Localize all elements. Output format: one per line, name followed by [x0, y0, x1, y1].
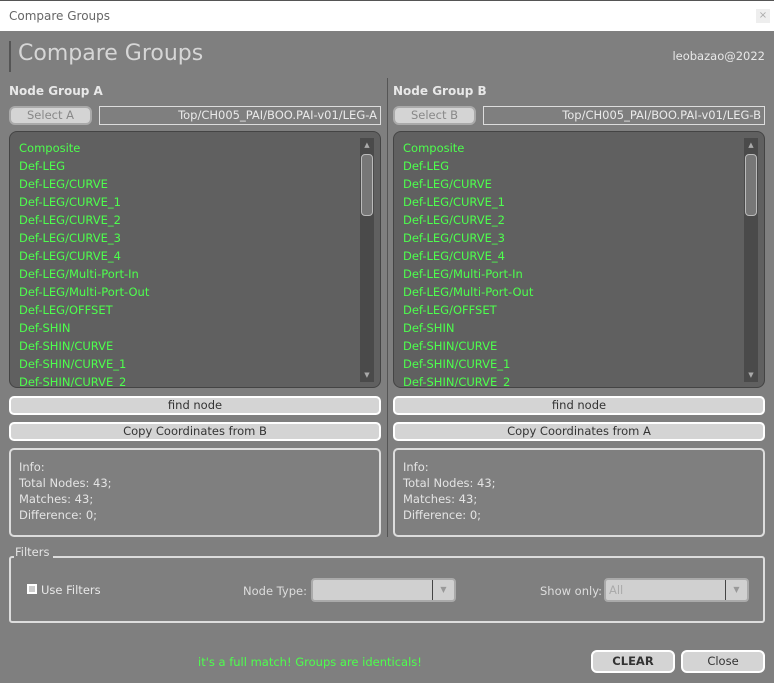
close-button[interactable]: Close: [681, 650, 765, 673]
info-box: Info: Total Nodes: 43; Matches: 43; Diff…: [393, 448, 765, 537]
filters-box: Use Filters Node Type: ▼ Show only: All ▼: [9, 556, 765, 623]
page-title: Compare Groups: [9, 41, 203, 72]
group-b-panel: Node Group B Select B Top/CH005_PAI/BOO.…: [393, 84, 765, 537]
node-list-item[interactable]: Def-SHIN: [10, 319, 380, 337]
window-titlebar: Compare Groups ×: [0, 0, 774, 31]
difference: Difference: 0;: [19, 508, 98, 522]
info-title: Info:: [19, 460, 45, 474]
select-button[interactable]: Select A: [9, 106, 92, 125]
node-list[interactable]: Composite Def-LEG Def-LEG/CURVE Def-LEG/CUR…: [393, 131, 765, 388]
node-list-item[interactable]: Def-SHIN/CURVE: [394, 337, 764, 355]
show-only-value: All: [609, 583, 624, 597]
window-close-button[interactable]: ×: [756, 9, 770, 23]
scroll-up-icon[interactable]: ▲: [744, 138, 758, 152]
scroll-thumb[interactable]: [745, 154, 757, 216]
filters-title: Filters: [14, 545, 54, 559]
node-list-item[interactable]: Def-SHIN/CURVE_1: [394, 355, 764, 373]
difference: Difference: 0;: [403, 508, 482, 522]
status-message: it's a full match! Groups are identicals…: [198, 655, 422, 669]
node-list[interactable]: Composite Def-LEG Def-LEG/CURVE Def-LEG/CUR…: [9, 131, 381, 388]
node-list-item[interactable]: Def-LEG/Multi-Port-Out: [394, 283, 764, 301]
node-type-label: Node Type:: [243, 584, 307, 598]
node-list-item[interactable]: Def-LEG/OFFSET: [394, 301, 764, 319]
node-list-item[interactable]: Def-LEG/CURVE: [10, 175, 380, 193]
node-list-item[interactable]: Def-LEG/Multi-Port-In: [10, 265, 380, 283]
node-list-item[interactable]: Composite: [394, 139, 764, 157]
node-list-item[interactable]: Def-SHIN/CURVE_2: [394, 373, 764, 387]
divider: [387, 78, 388, 537]
node-list-item[interactable]: Composite: [10, 139, 380, 157]
matches: Matches: 43;: [403, 492, 478, 506]
total-nodes: Total Nodes: 43;: [403, 476, 496, 490]
node-list-item[interactable]: Def-SHIN/CURVE: [10, 337, 380, 355]
find-node-button[interactable]: find node: [393, 396, 765, 415]
use-filters-label[interactable]: Use Filters: [41, 583, 101, 597]
scroll-up-icon[interactable]: ▲: [360, 138, 374, 152]
copy-coordinates-button[interactable]: Copy Coordinates from A: [393, 422, 765, 441]
show-only-label: Show only:: [540, 584, 603, 598]
info-title: Info:: [403, 460, 429, 474]
show-only-select[interactable]: All ▼: [604, 578, 749, 602]
select-button[interactable]: Select B: [393, 106, 476, 125]
clear-button[interactable]: CLEAR: [591, 650, 675, 673]
info-box: Info: Total Nodes: 43; Matches: 43; Diff…: [9, 448, 381, 537]
scrollbar[interactable]: ▲ ▼: [360, 138, 374, 382]
chevron-down-icon: ▼: [725, 580, 747, 600]
node-list-item[interactable]: Def-LEG/CURVE: [394, 175, 764, 193]
group-title: Node Group B: [393, 84, 487, 98]
node-list-item[interactable]: Def-LEG/CURVE_2: [10, 211, 380, 229]
node-list-item[interactable]: Def-LEG/CURVE_4: [394, 247, 764, 265]
scroll-down-icon[interactable]: ▼: [360, 368, 374, 382]
node-list-item[interactable]: Def-LEG/CURVE_2: [394, 211, 764, 229]
scroll-thumb[interactable]: [361, 154, 373, 216]
group-a-panel: Node Group A Select A Top/CH005_PAI/BOO.…: [9, 84, 381, 537]
node-list-item[interactable]: Def-LEG/Multi-Port-Out: [10, 283, 380, 301]
node-list-item[interactable]: Def-SHIN: [394, 319, 764, 337]
node-list-item[interactable]: Def-LEG/CURVE_3: [10, 229, 380, 247]
chevron-down-icon: ▼: [432, 580, 454, 600]
user-label: leobazao@2022: [672, 49, 765, 63]
node-list-item[interactable]: Def-LEG: [10, 157, 380, 175]
group-path-field[interactable]: Top/CH005_PAI/BOO.PAI-v01/LEG-A: [99, 106, 381, 125]
group-path-field[interactable]: Top/CH005_PAI/BOO.PAI-v01/LEG-B: [483, 106, 765, 125]
copy-coordinates-button[interactable]: Copy Coordinates from B: [9, 422, 381, 441]
matches: Matches: 43;: [19, 492, 94, 506]
node-list-item[interactable]: Def-LEG/CURVE_1: [394, 193, 764, 211]
total-nodes: Total Nodes: 43;: [19, 476, 112, 490]
window-title: Compare Groups: [9, 9, 111, 23]
node-list-item[interactable]: Def-LEG/OFFSET: [10, 301, 380, 319]
node-list-item[interactable]: Def-LEG/CURVE_3: [394, 229, 764, 247]
node-list-item[interactable]: Def-SHIN/CURVE_1: [10, 355, 380, 373]
node-list-item[interactable]: Def-LEG/CURVE_4: [10, 247, 380, 265]
scroll-down-icon[interactable]: ▼: [744, 368, 758, 382]
node-list-item[interactable]: Def-SHIN/CURVE_2: [10, 373, 380, 387]
use-filters-checkbox[interactable]: [27, 584, 37, 594]
node-list-item[interactable]: Def-LEG: [394, 157, 764, 175]
node-type-select[interactable]: ▼: [311, 578, 456, 602]
group-title: Node Group A: [9, 84, 103, 98]
scrollbar[interactable]: ▲ ▼: [744, 138, 758, 382]
node-list-item[interactable]: Def-LEG/CURVE_1: [10, 193, 380, 211]
node-list-item[interactable]: Def-LEG/Multi-Port-In: [394, 265, 764, 283]
find-node-button[interactable]: find node: [9, 396, 381, 415]
